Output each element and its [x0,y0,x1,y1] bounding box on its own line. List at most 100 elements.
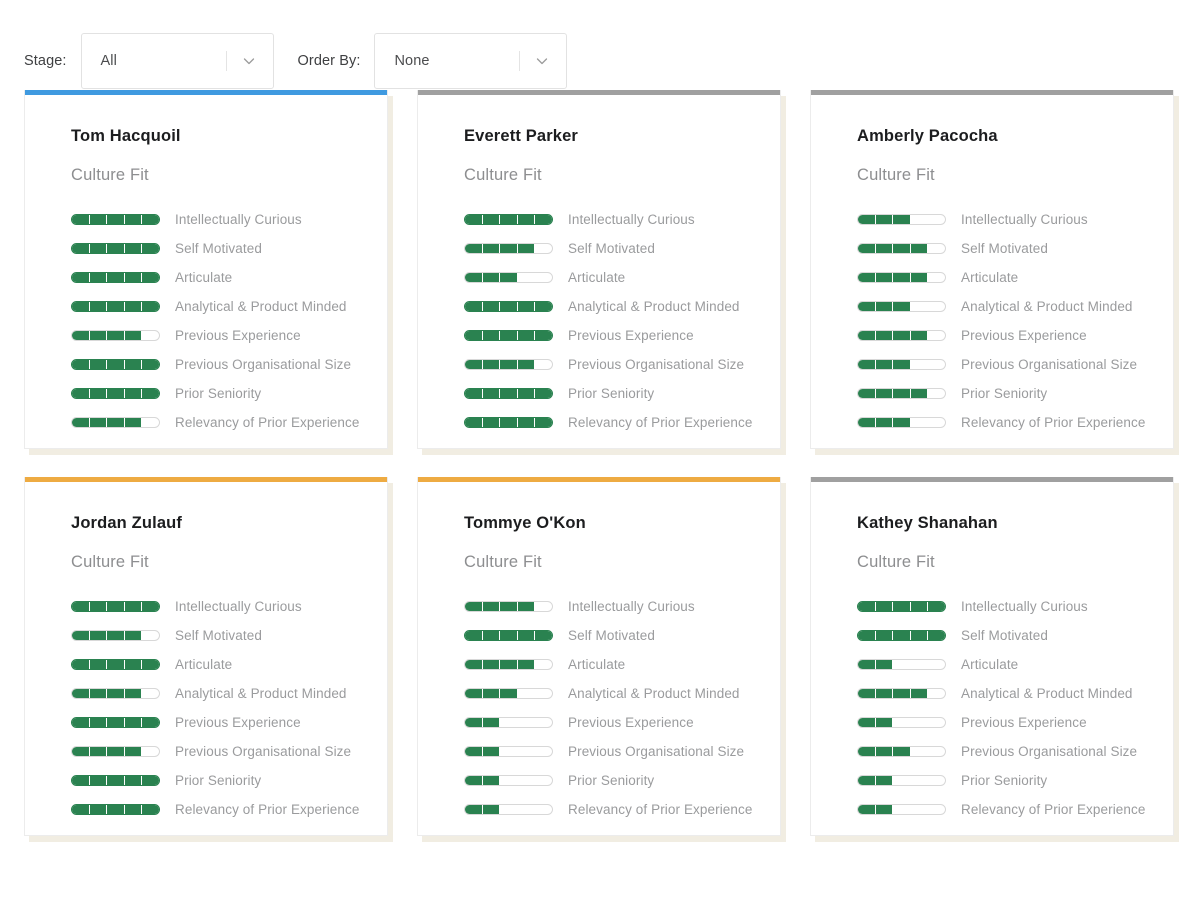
rating-bar-segment [875,331,894,340]
rating-bar-segment [893,747,911,756]
chevron-down-icon[interactable] [535,54,549,68]
rating-bar-segment [500,244,518,253]
rating-bar-segment [89,631,108,640]
attribute-row: Previous Experience [71,321,365,350]
candidate-card[interactable]: Tommye O'Kon Culture Fit Intellectually Cu… [417,477,781,836]
rating-bar-segment [142,776,159,785]
rating-bar-segment [517,215,536,224]
attribute-label: Articulate [175,270,233,285]
rating-bar [71,630,160,641]
rating-bar-segment [928,602,945,611]
rating-bar-segment [928,660,945,669]
rating-bar-segment [858,747,876,756]
rating-bar-segment [518,776,536,785]
rating-bar-segment [107,273,125,282]
rating-bar-segment [858,244,876,253]
order-by-select[interactable]: None [374,32,568,89]
rating-bar-segment [875,215,894,224]
rating-bar-segment [875,747,894,756]
attribute-label: Analytical & Product Minded [568,686,740,701]
rating-bar-segment [517,244,536,253]
attribute-row: Self Motivated [857,234,1151,263]
chevron-down-icon[interactable] [242,54,256,68]
candidate-card[interactable]: Amberly Pacocha Culture Fit Intellectually… [810,90,1174,449]
rating-bar-segment [465,805,483,814]
rating-bar-segment [89,389,108,398]
rating-bar-segment [928,805,945,814]
rating-bar-segment [124,273,143,282]
candidate-card[interactable]: Everett Parker Culture Fit Intellectually … [417,90,781,449]
card-section-title: Culture Fit [464,553,542,571]
rating-bar-segment [858,302,876,311]
rating-bar-segment [107,631,125,640]
attribute-label: Self Motivated [961,241,1048,256]
rating-bar-segment [72,718,90,727]
rating-bar-segment [482,602,501,611]
rating-bar [857,804,946,815]
rating-bar-segment [89,602,108,611]
rating-bar-segment [500,602,518,611]
rating-bar-segment [482,389,501,398]
rating-bar-segment [535,805,552,814]
attribute-list: Intellectually Curious Self Motivated Arti… [47,572,365,824]
rating-bar-segment [928,273,945,282]
attribute-label: Relevancy of Prior Experience [961,415,1146,430]
attribute-row: Relevancy of Prior Experience [464,408,758,437]
rating-bar [857,359,946,370]
rating-bar-segment [535,776,552,785]
rating-bar-segment [500,389,518,398]
attribute-label: Prior Seniority [568,773,655,788]
attribute-label: Articulate [175,657,233,672]
rating-bar-segment [142,273,159,282]
rating-bar-segment [858,273,876,282]
select-divider [519,50,521,71]
attribute-row: Relevancy of Prior Experience [464,795,758,824]
attribute-row: Relevancy of Prior Experience [71,795,365,824]
attribute-row: Previous Organisational Size [857,737,1151,766]
attribute-label: Intellectually Curious [961,599,1088,614]
rating-bar-segment [500,360,518,369]
attribute-label: Previous Experience [175,328,301,343]
stage-select[interactable]: All [80,32,274,89]
rating-bar [857,417,946,428]
rating-bar-segment [465,244,483,253]
rating-bar-segment [124,718,143,727]
rating-bar-segment [517,389,536,398]
rating-bar-segment [482,331,501,340]
attribute-label: Intellectually Curious [568,212,695,227]
rating-bar-segment [535,660,552,669]
rating-bar-segment [910,389,929,398]
rating-bar-segment [72,689,90,698]
candidate-card[interactable]: Kathey Shanahan Culture Fit Intellectually… [810,477,1174,836]
rating-bar-segment [465,215,483,224]
attribute-row: Articulate [857,263,1151,292]
card-section-title: Culture Fit [857,553,935,571]
rating-bar-segment [875,273,894,282]
candidate-name: Everett Parker [464,127,579,145]
rating-bar-segment [500,747,518,756]
attribute-row: Self Motivated [71,621,365,650]
rating-bar-segment [911,776,929,785]
rating-bar-segment [500,776,518,785]
card-section-title: Culture Fit [857,166,935,184]
rating-bar-segment [107,776,125,785]
rating-bar-segment [107,331,125,340]
rating-bar-segment [535,331,552,340]
rating-bar-segment [858,331,876,340]
attribute-label: Prior Seniority [175,773,262,788]
candidate-card[interactable]: Tom Hacquoil Culture Fit Intellectually Cu… [24,90,388,449]
attribute-row: Previous Organisational Size [857,350,1151,379]
rating-bar [857,243,946,254]
order-by-label: Order By: [297,52,361,69]
candidate-card[interactable]: Jordan Zulauf Culture Fit Intellectually C… [24,477,388,836]
attribute-label: Articulate [961,657,1019,672]
attribute-label: Analytical & Product Minded [961,686,1133,701]
attribute-row: Intellectually Curious [71,205,365,234]
rating-bar-segment [518,718,536,727]
rating-bar-segment [465,389,483,398]
rating-bar-segment [517,602,536,611]
attribute-label: Articulate [961,270,1019,285]
rating-bar [464,804,553,815]
rating-bar [464,775,553,786]
attribute-row: Articulate [71,650,365,679]
